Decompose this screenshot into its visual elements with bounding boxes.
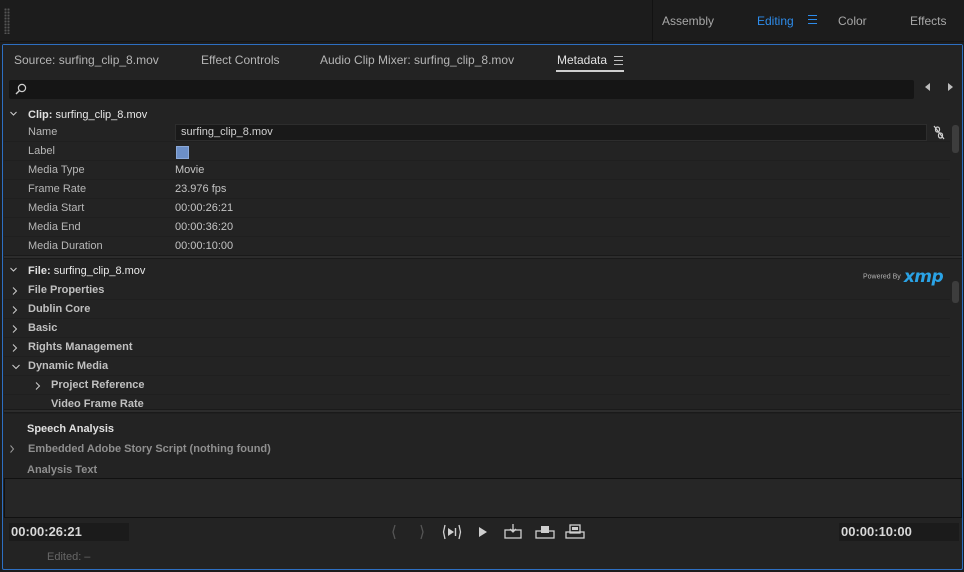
tree-item[interactable]: File Properties (4, 281, 950, 300)
panel-menu-icon[interactable] (614, 56, 623, 68)
name-value: surfing_clip_8.mov (181, 126, 273, 138)
duration-timecode: 00:00:10:00 (839, 523, 959, 541)
property-label: Media Start (28, 202, 85, 214)
property-value[interactable]: 00:00:36:20 (175, 221, 233, 233)
tree-item-label: File Properties (28, 284, 105, 296)
section-divider[interactable] (4, 255, 962, 259)
tree-item[interactable]: Basic (4, 319, 950, 338)
speech-analysis-title: Speech Analysis (27, 423, 115, 435)
play-icon[interactable] (473, 523, 493, 541)
property-value[interactable]: 00:00:26:21 (175, 202, 233, 214)
clip-scrollbar[interactable] (952, 125, 959, 153)
chevron-right-icon (12, 325, 18, 333)
name-field[interactable]: surfing_clip_8.mov (175, 124, 927, 141)
chevron-right-icon (12, 287, 18, 295)
panel-grip-icon[interactable] (4, 8, 10, 34)
property-value[interactable]: 23.976 fps (175, 183, 226, 195)
chevron-down-icon (10, 267, 17, 272)
insert-icon[interactable] (503, 523, 523, 541)
file-section-header[interactable]: File: surfing_clip_8.mov (4, 262, 962, 281)
file-filename: surfing_clip_8.mov (53, 265, 146, 277)
workspace-divider (652, 0, 653, 42)
workspace-menu-icon[interactable] (808, 15, 817, 24)
chevron-down-icon (12, 364, 20, 370)
active-tab-indicator (556, 70, 624, 72)
panel-tab-row: Source: surfing_clip_8.mov Effect Contro… (3, 45, 962, 75)
metadata-panel-frame: Source: surfing_clip_8.mov Effect Contro… (2, 44, 963, 570)
tree-item-label: Dublin Core (28, 303, 91, 315)
tree-item-label: Project Reference (51, 379, 145, 391)
overwrite-icon[interactable] (535, 523, 555, 541)
chevron-right-icon (12, 344, 18, 352)
property-value[interactable]: 00:00:10:00 (175, 240, 233, 252)
mark-out-icon[interactable] (412, 523, 432, 541)
clip-section-title: Clip: surfing_clip_8.mov (28, 109, 147, 121)
next-match-icon[interactable] (948, 83, 953, 91)
embedded-script-label: Embedded Adobe Story Script (nothing fou… (28, 443, 271, 455)
clip-heading: Clip: (28, 109, 53, 121)
property-label: Media Duration (28, 240, 103, 252)
tree-item-label: Rights Management (28, 341, 133, 353)
tab-metadata[interactable]: Metadata (557, 53, 607, 67)
analysis-text-label: Analysis Text (27, 464, 98, 476)
xmp-powered-by: Powered By (863, 273, 901, 281)
clip-row: Media Start 00:00:26:21 (4, 199, 950, 218)
clip-row: Media Duration 00:00:10:00 (4, 237, 950, 256)
label-label: Label (28, 145, 55, 157)
tree-item[interactable]: Dublin Core (4, 300, 950, 319)
tree-item-label: Dynamic Media (28, 360, 109, 372)
tree-item[interactable]: Project Reference (4, 376, 950, 395)
clip-row: Media End 00:00:36:20 (4, 218, 950, 237)
search-icon (15, 83, 27, 95)
workspace-bar: Assembly Editing Color Effects (0, 0, 964, 42)
section-divider[interactable] (4, 409, 962, 413)
file-heading: File: (28, 265, 51, 277)
unlink-icon[interactable] (932, 125, 946, 140)
workspace-tab-assembly[interactable]: Assembly (662, 14, 714, 28)
analysis-text-field[interactable] (4, 478, 962, 518)
go-to-in-out-icon[interactable] (442, 523, 462, 541)
chevron-right-icon (12, 306, 18, 314)
embedded-script-row[interactable]: Embedded Adobe Story Script (nothing fou… (4, 441, 950, 460)
property-label: Frame Rate (28, 183, 87, 195)
tab-audio-clip-mixer[interactable]: Audio Clip Mixer: surfing_clip_8.mov (320, 53, 514, 67)
file-section-title: File: surfing_clip_8.mov (28, 265, 145, 277)
file-scrollbar[interactable] (952, 281, 959, 303)
chevron-right-icon (35, 382, 41, 390)
clip-row-name: Name surfing_clip_8.mov (4, 123, 950, 142)
name-label: Name (28, 126, 58, 138)
clip-row-label: Label (4, 142, 950, 161)
clip-filename: surfing_clip_8.mov (55, 109, 148, 121)
workspace-tab-color[interactable]: Color (838, 14, 867, 28)
chevron-right-icon (10, 445, 15, 453)
tab-effect-controls[interactable]: Effect Controls (201, 53, 279, 67)
clip-row: Media Type Movie (4, 161, 950, 180)
export-frame-icon[interactable] (565, 523, 585, 541)
tree-item[interactable]: Rights Management (4, 338, 950, 357)
workspace-tab-effects[interactable]: Effects (910, 14, 946, 28)
mark-in-icon[interactable] (386, 523, 406, 541)
tab-source[interactable]: Source: surfing_clip_8.mov (14, 53, 159, 67)
tree-item[interactable]: Dynamic Media (4, 357, 950, 376)
search-input[interactable] (9, 80, 914, 99)
previous-match-icon[interactable] (925, 83, 930, 91)
property-label: Media Type (28, 164, 85, 176)
current-timecode[interactable]: 00:00:26:21 (9, 523, 129, 541)
property-value[interactable]: Movie (175, 164, 204, 176)
edited-status: Edited: – (47, 551, 91, 563)
workspace-tab-editing[interactable]: Editing (757, 14, 794, 28)
property-label: Media End (28, 221, 81, 233)
chevron-down-icon (10, 111, 17, 116)
label-color-swatch[interactable] (176, 146, 189, 159)
clip-row: Frame Rate 23.976 fps (4, 180, 950, 199)
tree-item-label: Basic (28, 322, 58, 334)
